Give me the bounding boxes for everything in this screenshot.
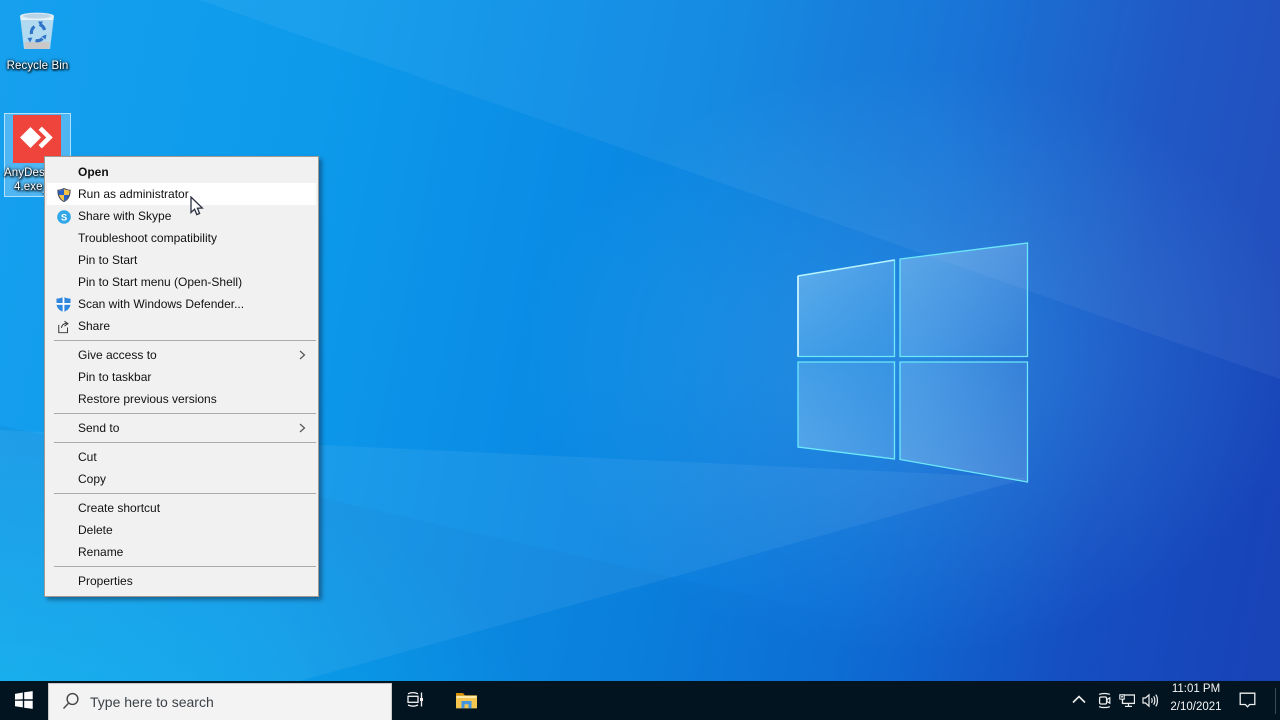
svg-text:S: S [61, 212, 67, 223]
